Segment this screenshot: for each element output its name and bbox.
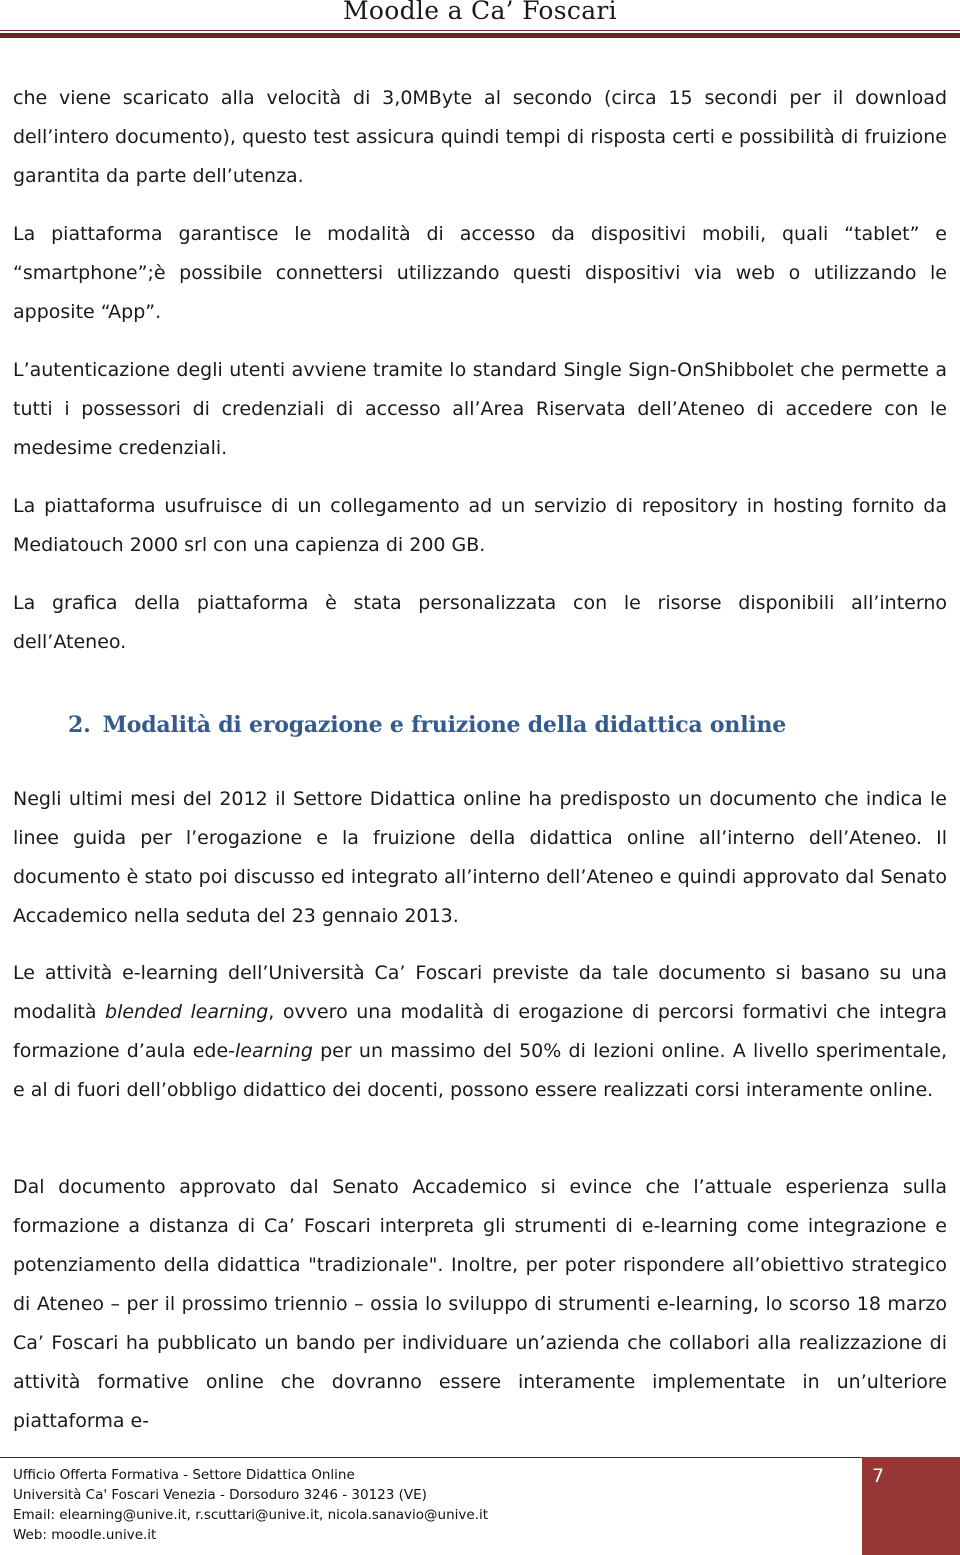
footer-address: Università Ca' Foscari Venezia - Dorsodu… (13, 1487, 427, 1503)
paragraph-blended-learning: Le attività e-learning dell’Università C… (13, 954, 947, 1110)
footer-web: Web: moodle.unive.it (13, 1527, 157, 1543)
footer-contact-block: Ufficio Offerta Formativa - Settore Dida… (13, 1465, 488, 1545)
paragraph-text: La grafica della piattaforma è stata per… (13, 592, 947, 653)
paragraph-graphics: La grafica della piattaforma è stata per… (13, 584, 947, 662)
paragraph-authentication: L’autenticazione degli utenti avviene tr… (13, 351, 947, 468)
italic-term: blended learning (105, 1001, 269, 1023)
footer-divider (0, 1457, 862, 1458)
paragraph-text: Dal documento approvato dal Senato Accad… (13, 1176, 947, 1432)
header-divider-thick (0, 33, 960, 38)
paragraph-text: L’autenticazione degli utenti avviene tr… (13, 359, 947, 459)
paragraph-text: La piattaforma usufruisce di un collegam… (13, 495, 947, 556)
footer-email: Email: elearning@unive.it, r.scuttari@un… (13, 1507, 489, 1523)
paragraph-text: La piattaforma garantisce le modalità di… (13, 223, 947, 323)
page-number: 7 (872, 1465, 885, 1487)
paragraph-text: Le attività e-learning dell’Università C… (13, 954, 947, 1110)
paragraph-text: Negli ultimi mesi del 2012 il Settore Di… (13, 788, 947, 927)
paragraph-download-speed: che viene scaricato alla velocità di 3,0… (13, 79, 947, 196)
paragraph-guidelines: Negli ultimi mesi del 2012 il Settore Di… (13, 780, 947, 936)
page-number-box: 7 (862, 1457, 960, 1555)
paragraph-text: che viene scaricato alla velocità di 3,0… (13, 87, 947, 187)
document-title: Moodle a Ca’ Foscari (343, 0, 617, 25)
paragraph-strategy: Dal documento approvato dal Senato Accad… (13, 1168, 947, 1441)
section-title: Modalità di erogazione e fruizione della… (102, 712, 787, 738)
footer-office: Ufficio Offerta Formativa - Settore Dida… (13, 1467, 355, 1483)
header-divider-thin (0, 30, 960, 31)
paragraph-mobile-access: La piattaforma garantisce le modalità di… (13, 215, 947, 332)
italic-term: -learning (228, 1040, 313, 1062)
paragraph-repository: La piattaforma usufruisce di un collegam… (13, 487, 947, 565)
section-heading: 2. Modalità di erogazione e fruizione del… (68, 712, 786, 738)
section-number: 2. (68, 712, 91, 738)
